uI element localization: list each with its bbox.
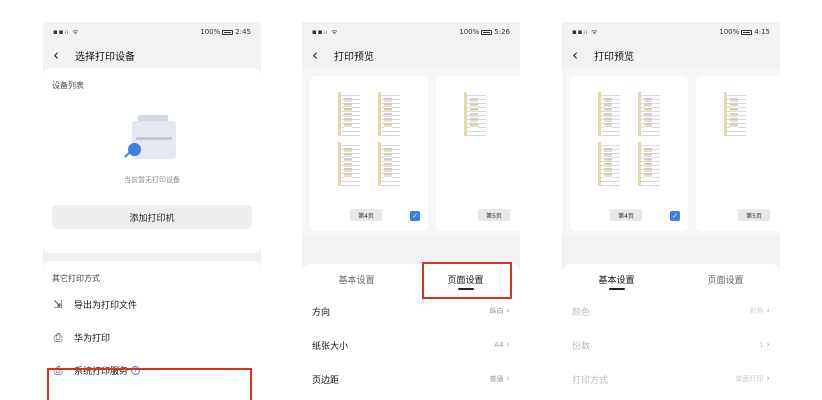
paper-size-row[interactable]: 纸张大小 A4	[302, 328, 520, 362]
page-thumbnail[interactable]: 第4页 ✓	[570, 76, 688, 231]
clock: 2:45	[235, 28, 251, 36]
status-bar: ▪▪ᵢₗ ᯤ 100% 2:45	[43, 22, 261, 42]
battery-percent: 100%	[719, 28, 740, 36]
copies-row[interactable]: 份数 1	[562, 328, 780, 362]
row-label: 颜色	[572, 307, 591, 318]
back-arrow-icon[interactable]: ‹	[53, 47, 59, 63]
preview-area[interactable]: 第4页 ✓ 第5页	[302, 68, 520, 236]
row-label: 份数	[572, 341, 591, 352]
tab-page-settings[interactable]: 页面设置	[671, 264, 780, 294]
clock: 5:26	[494, 28, 510, 36]
battery-percent: 100%	[200, 28, 221, 36]
device-list-card: 设备列表 当前暂无打印设备 添加打印机	[43, 68, 261, 253]
printer-icon: ⎙	[53, 330, 63, 344]
checkbox-icon[interactable]: ✓	[670, 211, 680, 221]
tab-basic-settings[interactable]: 基本设置	[302, 264, 411, 294]
color-row[interactable]: 颜色 彩色	[562, 294, 780, 328]
page-title: 打印预览	[334, 51, 374, 63]
export-icon: ⇲	[53, 297, 63, 311]
highlight-box	[47, 368, 252, 400]
clock: 4:15	[754, 28, 770, 36]
option-label: 导出为打印文件	[74, 301, 138, 311]
checkbox-icon[interactable]: ✓	[410, 211, 420, 221]
settings-tabs: 基本设置 页面设置	[562, 264, 780, 294]
page-title: 选择打印设备	[75, 51, 135, 63]
status-bar: ▪▪ᵢₗ ᯤ 100% 4:15	[562, 22, 780, 42]
page-label: 第5页	[478, 209, 510, 221]
margin-row[interactable]: 页边距 普通	[302, 362, 520, 396]
row-label: 方向	[312, 307, 331, 318]
preview-area[interactable]: 第4页 ✓ 第5页	[562, 68, 780, 236]
battery-percent: 100%	[459, 28, 480, 36]
export-print-file-option[interactable]: ⇲ 导出为打印文件	[52, 288, 252, 321]
print-preview-page-settings-screen: ▪▪ᵢₗ ᯤ 100% 5:26 ‹ 打印预览 第4页 ✓ 第5页 基本设置 页面…	[302, 22, 520, 400]
tab-basic-settings[interactable]: 基本设置	[562, 264, 671, 294]
signal-icon: ▪▪ᵢₗ ᯤ	[572, 27, 599, 36]
page-label: 第5页	[738, 209, 770, 221]
row-value: 彩色	[750, 306, 770, 316]
huawei-print-option[interactable]: ⎙ 华为打印	[52, 321, 252, 354]
signal-icon: ▪▪ᵢₗ ᯤ	[312, 27, 339, 36]
row-label: 页边距	[312, 375, 340, 386]
settings-panel: 基本设置 页面设置 颜色 彩色 份数 1 打印方式 单面打印	[562, 264, 780, 400]
row-label: 纸张大小	[312, 341, 349, 352]
other-methods-label: 其它打印方式	[52, 274, 100, 283]
row-value: A4	[494, 340, 510, 350]
page-thumbnail[interactable]: 第5页	[436, 76, 520, 231]
print-preview-basic-settings-screen: ▪▪ᵢₗ ᯤ 100% 4:15 ‹ 打印预览 第4页 ✓ 第5页 基本设置 页面…	[562, 22, 780, 400]
row-label: 打印方式	[572, 375, 609, 386]
highlight-box	[422, 262, 512, 299]
page-title: 打印预览	[594, 51, 634, 63]
row-value: 1	[759, 340, 770, 350]
select-printer-screen: ▪▪ᵢₗ ᯤ 100% 2:45 ‹ 选择打印设备 设备列表 当前暂无打印设备 添…	[43, 22, 261, 400]
status-bar: ▪▪ᵢₗ ᯤ 100% 5:26	[302, 22, 520, 42]
signal-icon: ▪▪ᵢₗ ᯤ	[53, 27, 80, 36]
row-value: 纵向	[490, 306, 510, 316]
orientation-row[interactable]: 方向 纵向	[302, 294, 520, 328]
page-thumbnail[interactable]: 第5页	[696, 76, 780, 231]
page-label: 第4页	[350, 209, 382, 221]
page-thumbnail[interactable]: 第4页 ✓	[310, 76, 428, 231]
page-label: 第4页	[610, 209, 642, 221]
print-mode-row[interactable]: 打印方式 单面打印	[562, 362, 780, 396]
back-arrow-icon[interactable]: ‹	[572, 47, 578, 63]
printer-search-icon	[124, 115, 180, 165]
add-printer-button[interactable]: 添加打印机	[52, 205, 252, 229]
device-list-label: 设备列表	[52, 81, 84, 90]
title-bar: ‹ 打印预览	[562, 42, 780, 68]
title-bar: ‹ 打印预览	[302, 42, 520, 68]
title-bar: ‹ 选择打印设备	[43, 42, 261, 68]
option-label: 华为打印	[74, 334, 111, 344]
battery-icon	[222, 29, 234, 35]
battery-icon	[481, 29, 493, 35]
empty-state-text: 当前暂无打印设备	[124, 176, 180, 184]
row-value: 单面打印	[736, 374, 770, 384]
battery-icon	[741, 29, 753, 35]
row-value: 普通	[490, 374, 510, 384]
back-arrow-icon[interactable]: ‹	[312, 47, 318, 63]
